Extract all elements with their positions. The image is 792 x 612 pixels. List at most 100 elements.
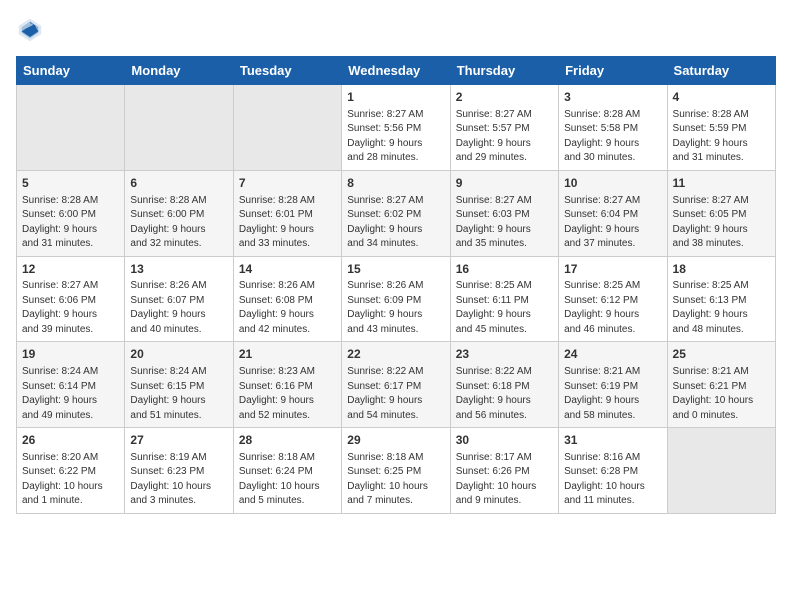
day-info-text: and 28 minutes.	[347, 151, 444, 166]
day-info-text: and 1 minute.	[22, 494, 119, 509]
day-info-text: Sunset: 6:24 PM	[239, 465, 336, 480]
day-info-text: Daylight: 9 hours	[347, 137, 444, 152]
day-info-text: Daylight: 9 hours	[239, 308, 336, 323]
day-number: 22	[347, 346, 444, 363]
calendar-week-row: 19Sunrise: 8:24 AMSunset: 6:14 PMDayligh…	[17, 342, 776, 428]
day-info-text: Sunset: 6:22 PM	[22, 465, 119, 480]
day-info-text: and 56 minutes.	[456, 409, 553, 424]
day-info-text: Sunrise: 8:28 AM	[239, 194, 336, 209]
day-number: 4	[673, 89, 770, 106]
day-info-text: Sunset: 6:15 PM	[130, 380, 227, 395]
day-info-text: and 37 minutes.	[564, 237, 661, 252]
calendar-cell: 23Sunrise: 8:22 AMSunset: 6:18 PMDayligh…	[450, 342, 558, 428]
calendar-week-row: 5Sunrise: 8:28 AMSunset: 6:00 PMDaylight…	[17, 170, 776, 256]
calendar-cell: 20Sunrise: 8:24 AMSunset: 6:15 PMDayligh…	[125, 342, 233, 428]
day-number: 27	[130, 432, 227, 449]
calendar-cell: 1 Sunrise: 8:27 AMSunset: 5:56 PMDaylight…	[342, 85, 450, 171]
calendar-week-row: 26Sunrise: 8:20 AMSunset: 6:22 PMDayligh…	[17, 428, 776, 514]
day-info-text: and 39 minutes.	[22, 323, 119, 338]
calendar-cell: 26Sunrise: 8:20 AMSunset: 6:22 PMDayligh…	[17, 428, 125, 514]
calendar-cell: 3Sunrise: 8:28 AMSunset: 5:58 PMDaylight…	[559, 85, 667, 171]
calendar-cell: 6Sunrise: 8:28 AMSunset: 6:00 PMDaylight…	[125, 170, 233, 256]
calendar-cell: 16Sunrise: 8:25 AMSunset: 6:11 PMDayligh…	[450, 256, 558, 342]
day-info-text: and 33 minutes.	[239, 237, 336, 252]
day-info-text: Daylight: 9 hours	[130, 308, 227, 323]
day-info-text: Daylight: 9 hours	[22, 308, 119, 323]
page: SundayMondayTuesdayWednesdayThursdayFrid…	[0, 0, 792, 612]
day-number: 30	[456, 432, 553, 449]
weekday-header-thursday: Thursday	[450, 57, 558, 85]
calendar-cell: 21Sunrise: 8:23 AMSunset: 6:16 PMDayligh…	[233, 342, 341, 428]
day-info-text: Sunset: 6:13 PM	[673, 294, 770, 309]
day-info-text: and 43 minutes.	[347, 323, 444, 338]
calendar-cell: 19Sunrise: 8:24 AMSunset: 6:14 PMDayligh…	[17, 342, 125, 428]
day-number: 17	[564, 261, 661, 278]
weekday-header-row: SundayMondayTuesdayWednesdayThursdayFrid…	[17, 57, 776, 85]
calendar-cell: 10Sunrise: 8:27 AMSunset: 6:04 PMDayligh…	[559, 170, 667, 256]
day-info-text: Daylight: 9 hours	[456, 137, 553, 152]
day-info-text: Sunset: 5:56 PM	[347, 122, 444, 137]
day-number: 10	[564, 175, 661, 192]
day-info-text: Sunset: 6:02 PM	[347, 208, 444, 223]
day-info-text: Sunrise: 8:18 AM	[347, 451, 444, 466]
calendar-cell: 9Sunrise: 8:27 AMSunset: 6:03 PMDaylight…	[450, 170, 558, 256]
day-number: 1	[347, 89, 444, 106]
day-number: 18	[673, 261, 770, 278]
day-info-text: Daylight: 10 hours	[564, 480, 661, 495]
day-info-text: Sunrise: 8:27 AM	[673, 194, 770, 209]
weekday-header-friday: Friday	[559, 57, 667, 85]
calendar-cell: 17Sunrise: 8:25 AMSunset: 6:12 PMDayligh…	[559, 256, 667, 342]
day-info-text: Sunset: 6:04 PM	[564, 208, 661, 223]
day-number: 29	[347, 432, 444, 449]
day-info-text: Sunset: 5:58 PM	[564, 122, 661, 137]
day-info-text: Sunrise: 8:28 AM	[564, 108, 661, 123]
calendar-cell: 4Sunrise: 8:28 AMSunset: 5:59 PMDaylight…	[667, 85, 775, 171]
day-info-text: Daylight: 10 hours	[347, 480, 444, 495]
day-info-text: Sunset: 6:12 PM	[564, 294, 661, 309]
calendar-cell: 28Sunrise: 8:18 AMSunset: 6:24 PMDayligh…	[233, 428, 341, 514]
calendar-cell: 7Sunrise: 8:28 AMSunset: 6:01 PMDaylight…	[233, 170, 341, 256]
day-info-text: Daylight: 9 hours	[347, 223, 444, 238]
day-info-text: Sunrise: 8:26 AM	[347, 279, 444, 294]
day-info-text: and 31 minutes.	[673, 151, 770, 166]
day-number: 16	[456, 261, 553, 278]
calendar-cell: 12Sunrise: 8:27 AMSunset: 6:06 PMDayligh…	[17, 256, 125, 342]
day-info-text: Daylight: 10 hours	[22, 480, 119, 495]
day-number: 26	[22, 432, 119, 449]
day-info-text: Sunrise: 8:28 AM	[130, 194, 227, 209]
day-number: 2	[456, 89, 553, 106]
calendar-cell: 8Sunrise: 8:27 AMSunset: 6:02 PMDaylight…	[342, 170, 450, 256]
day-info-text: Sunrise: 8:27 AM	[347, 108, 444, 123]
day-info-text: Daylight: 9 hours	[22, 223, 119, 238]
weekday-header-saturday: Saturday	[667, 57, 775, 85]
day-info-text: Daylight: 10 hours	[673, 394, 770, 409]
calendar-table: SundayMondayTuesdayWednesdayThursdayFrid…	[16, 56, 776, 514]
calendar-cell	[125, 85, 233, 171]
day-info-text: Daylight: 10 hours	[130, 480, 227, 495]
day-info-text: and 3 minutes.	[130, 494, 227, 509]
calendar-week-row: 12Sunrise: 8:27 AMSunset: 6:06 PMDayligh…	[17, 256, 776, 342]
day-info-text: Daylight: 9 hours	[347, 308, 444, 323]
day-info-text: Daylight: 9 hours	[239, 394, 336, 409]
day-info-text: and 32 minutes.	[130, 237, 227, 252]
calendar-cell: 25Sunrise: 8:21 AMSunset: 6:21 PMDayligh…	[667, 342, 775, 428]
day-info-text: Daylight: 9 hours	[564, 223, 661, 238]
day-info-text: and 5 minutes.	[239, 494, 336, 509]
day-number: 6	[130, 175, 227, 192]
weekday-header-wednesday: Wednesday	[342, 57, 450, 85]
day-info-text: Daylight: 9 hours	[564, 137, 661, 152]
header	[16, 16, 776, 44]
day-number: 24	[564, 346, 661, 363]
day-info-text: and 11 minutes.	[564, 494, 661, 509]
logo	[16, 16, 48, 44]
day-info-text: Sunrise: 8:27 AM	[456, 194, 553, 209]
day-info-text: and 48 minutes.	[673, 323, 770, 338]
day-info-text: Sunrise: 8:27 AM	[456, 108, 553, 123]
day-info-text: Daylight: 9 hours	[673, 308, 770, 323]
day-info-text: Sunset: 6:03 PM	[456, 208, 553, 223]
day-info-text: Sunrise: 8:22 AM	[347, 365, 444, 380]
day-number: 19	[22, 346, 119, 363]
day-info-text: Sunset: 6:21 PM	[673, 380, 770, 395]
weekday-header-sunday: Sunday	[17, 57, 125, 85]
day-info-text: Daylight: 9 hours	[456, 394, 553, 409]
